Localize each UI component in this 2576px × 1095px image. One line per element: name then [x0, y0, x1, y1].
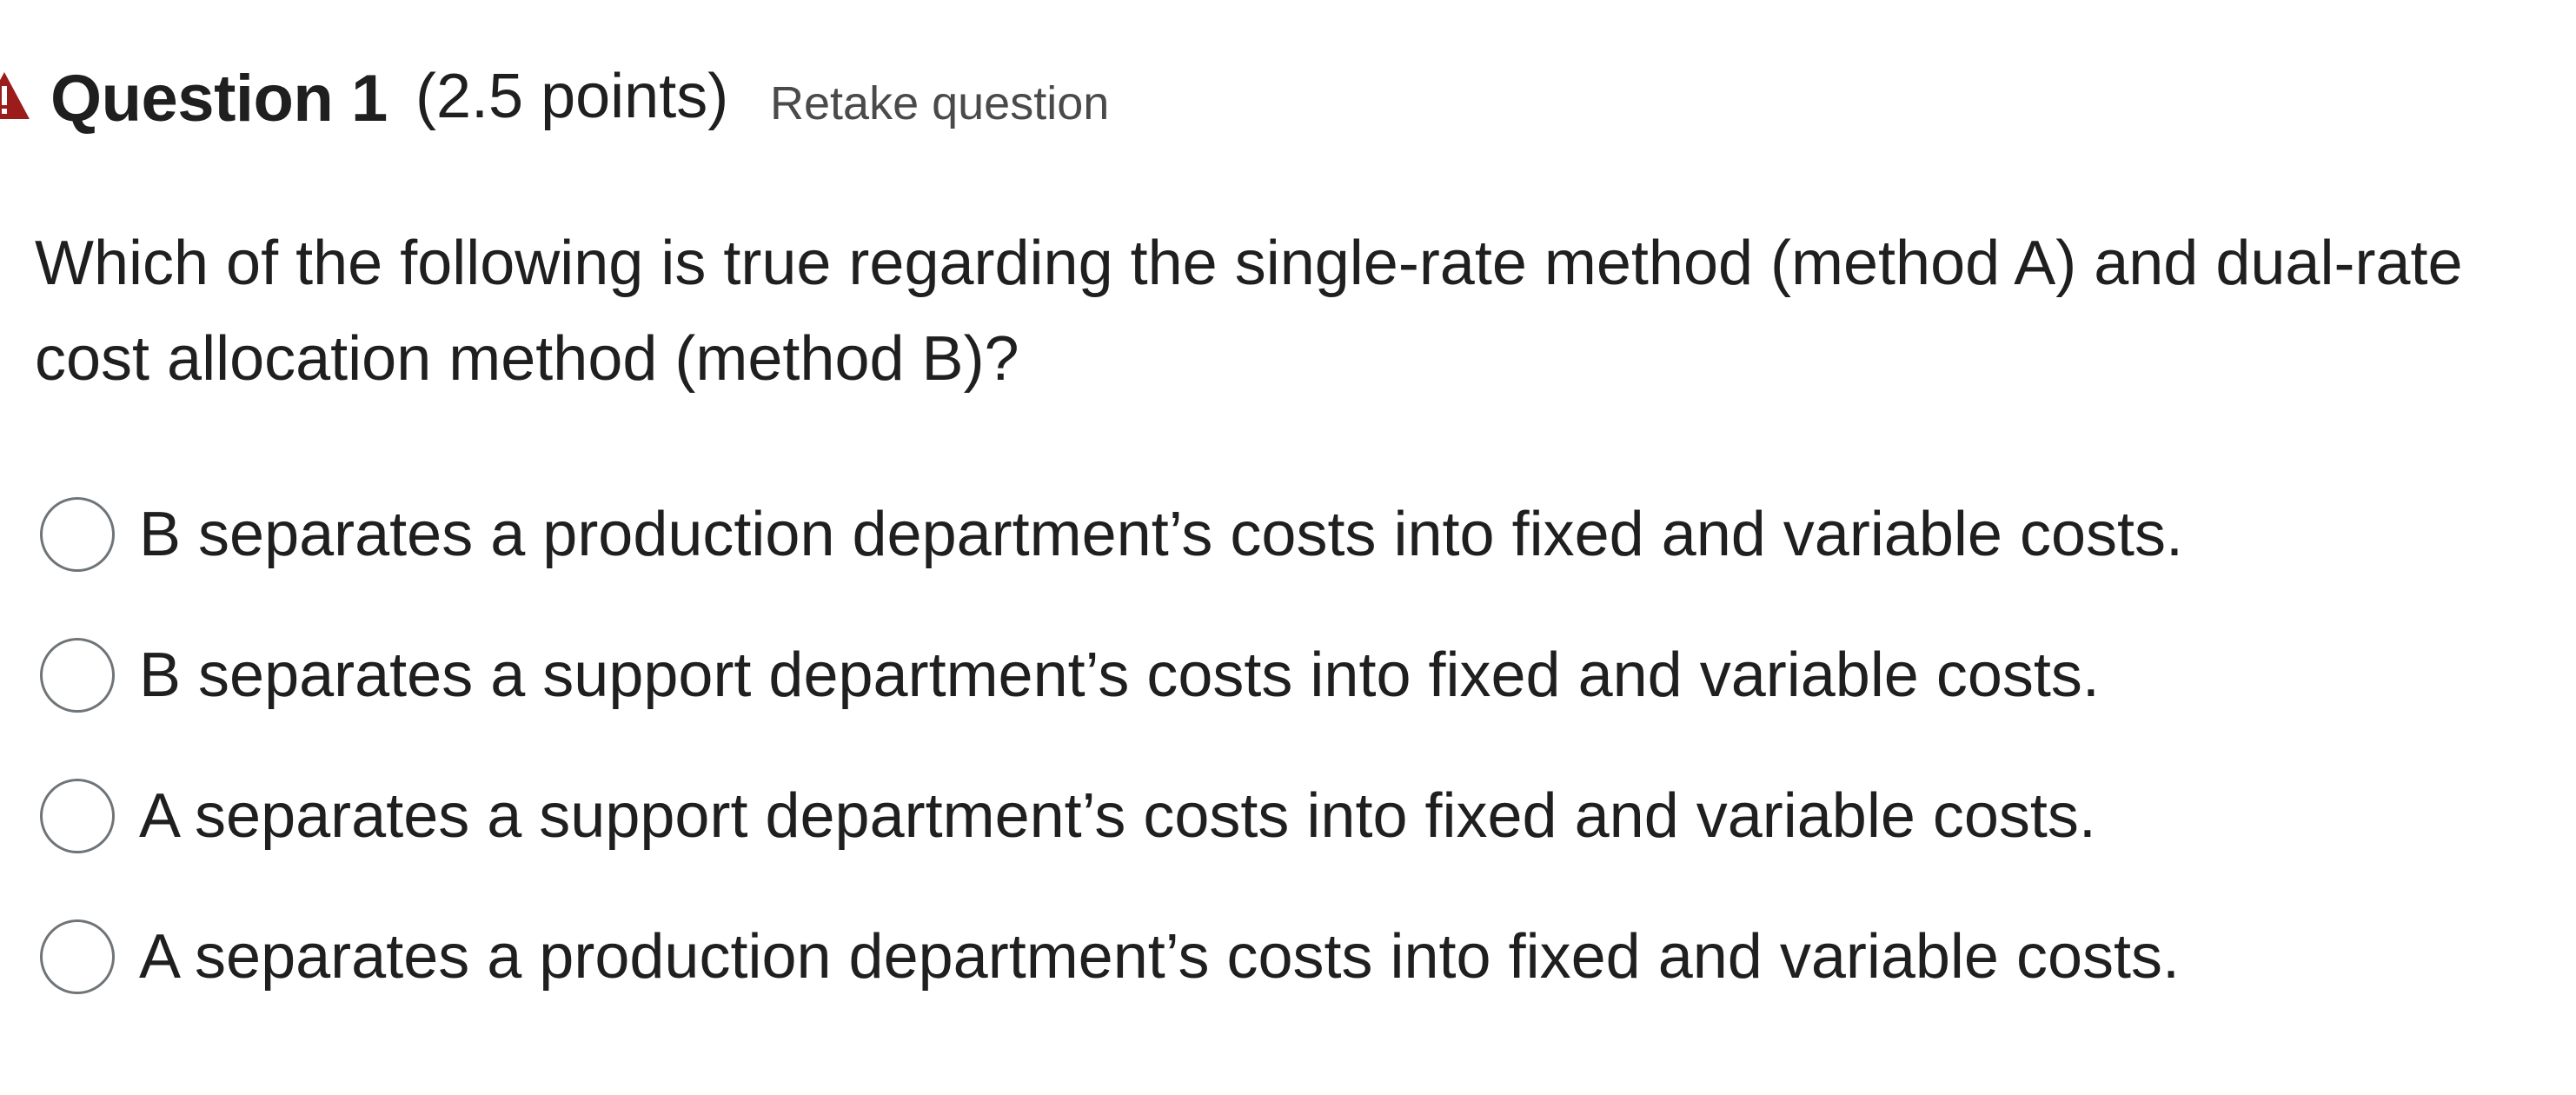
radio-button[interactable] — [40, 497, 115, 572]
question-points: (2.5 points) — [415, 62, 729, 131]
radio-button[interactable] — [40, 638, 115, 713]
question-title: Question 1 — [50, 62, 388, 136]
answer-option-label: B separates a production department’s co… — [139, 500, 2183, 569]
answer-option[interactable]: A separates a production department’s co… — [40, 909, 2180, 1005]
answer-option[interactable]: A separates a support department’s costs… — [40, 768, 2096, 864]
question-text: Which of the following is true regarding… — [35, 229, 2463, 394]
answer-option[interactable]: B separates a support department’s costs… — [40, 627, 2100, 723]
radio-button[interactable] — [40, 919, 115, 994]
answer-option-label: B separates a support department’s costs… — [139, 640, 2100, 710]
radio-button[interactable] — [40, 779, 115, 853]
warning-triangle-icon — [0, 72, 30, 119]
answer-option-label: A separates a support department’s costs… — [139, 781, 2096, 851]
answer-option[interactable]: B separates a production department’s co… — [40, 487, 2183, 582]
retake-question-link[interactable]: Retake question — [770, 76, 1109, 130]
answer-option-label: A separates a production department’s co… — [139, 922, 2181, 992]
